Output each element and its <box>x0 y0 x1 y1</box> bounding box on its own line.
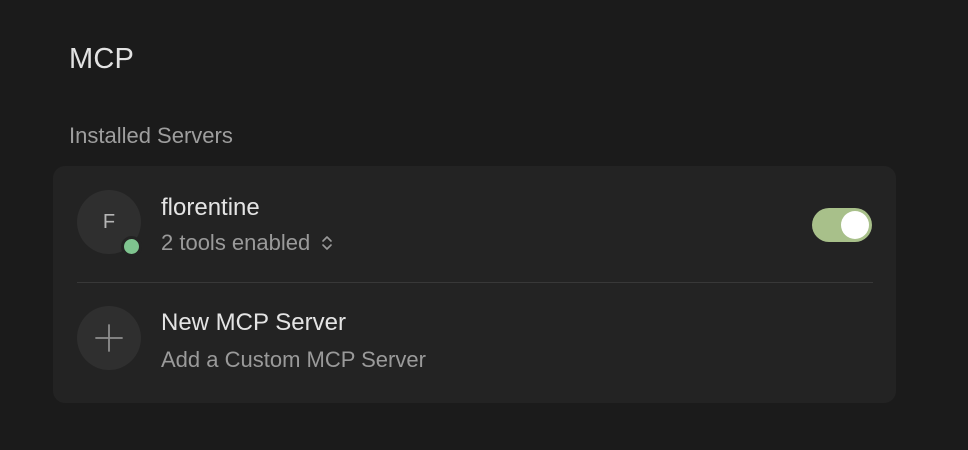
server-row-florentine[interactable]: F florentine 2 tools enabled <box>53 166 896 282</box>
mcp-settings-page: MCP Installed Servers F florentine 2 too… <box>0 0 968 450</box>
toggle-knob <box>841 211 869 239</box>
status-dot-icon <box>121 236 142 257</box>
new-server-title: New MCP Server <box>161 309 346 336</box>
new-server-subtitle: Add a Custom MCP Server <box>161 347 426 372</box>
servers-card: F florentine 2 tools enabled New MCP Ser… <box>53 166 896 403</box>
tools-enabled-selector[interactable]: 2 tools enabled <box>161 230 334 256</box>
plus-icon <box>77 306 141 370</box>
new-mcp-server-row[interactable]: New MCP Server Add a Custom MCP Server <box>53 283 896 399</box>
server-enabled-toggle[interactable] <box>812 208 872 242</box>
tools-enabled-label: 2 tools enabled <box>161 230 311 255</box>
page-title: MCP <box>69 43 135 75</box>
server-name: florentine <box>161 194 260 221</box>
avatar-letter: F <box>102 210 116 233</box>
section-title: Installed Servers <box>69 123 233 148</box>
chevron-up-down-icon <box>322 236 333 250</box>
